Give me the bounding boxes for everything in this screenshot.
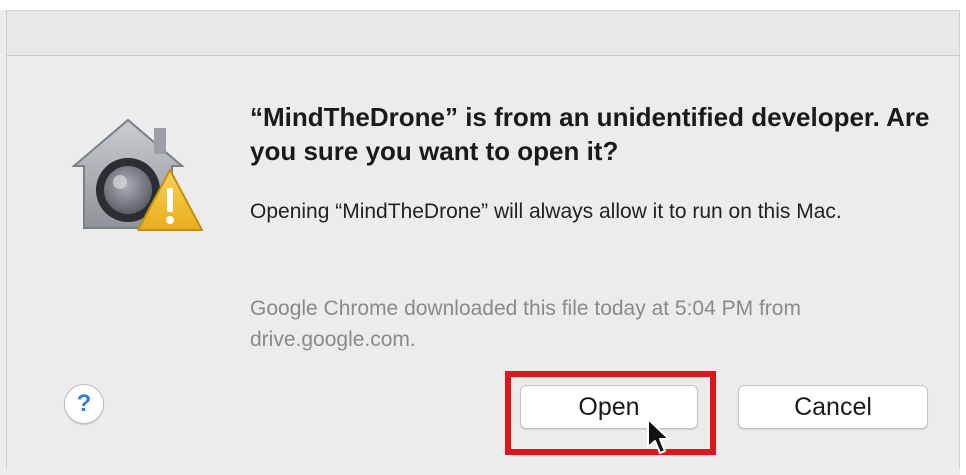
highlight-box	[505, 371, 716, 455]
dialog-headline: “MindTheDrone” is from an unidentified d…	[250, 102, 930, 166]
gatekeeper-dialog: “MindTheDrone” is from an unidentified d…	[0, 0, 966, 475]
cancel-button[interactable]: Cancel	[738, 385, 928, 429]
mouse-pointer-icon	[646, 417, 672, 457]
gatekeeper-warning-icon	[66, 110, 206, 240]
dialog-titlebar	[6, 10, 960, 56]
dialog-message: Opening “MindTheDrone” will always allow…	[250, 200, 842, 223]
help-button[interactable]: ?	[64, 384, 104, 424]
right-edge	[960, 0, 966, 475]
download-source-info: Google Chrome downloaded this file today…	[250, 297, 801, 351]
top-strip	[0, 0, 966, 10]
